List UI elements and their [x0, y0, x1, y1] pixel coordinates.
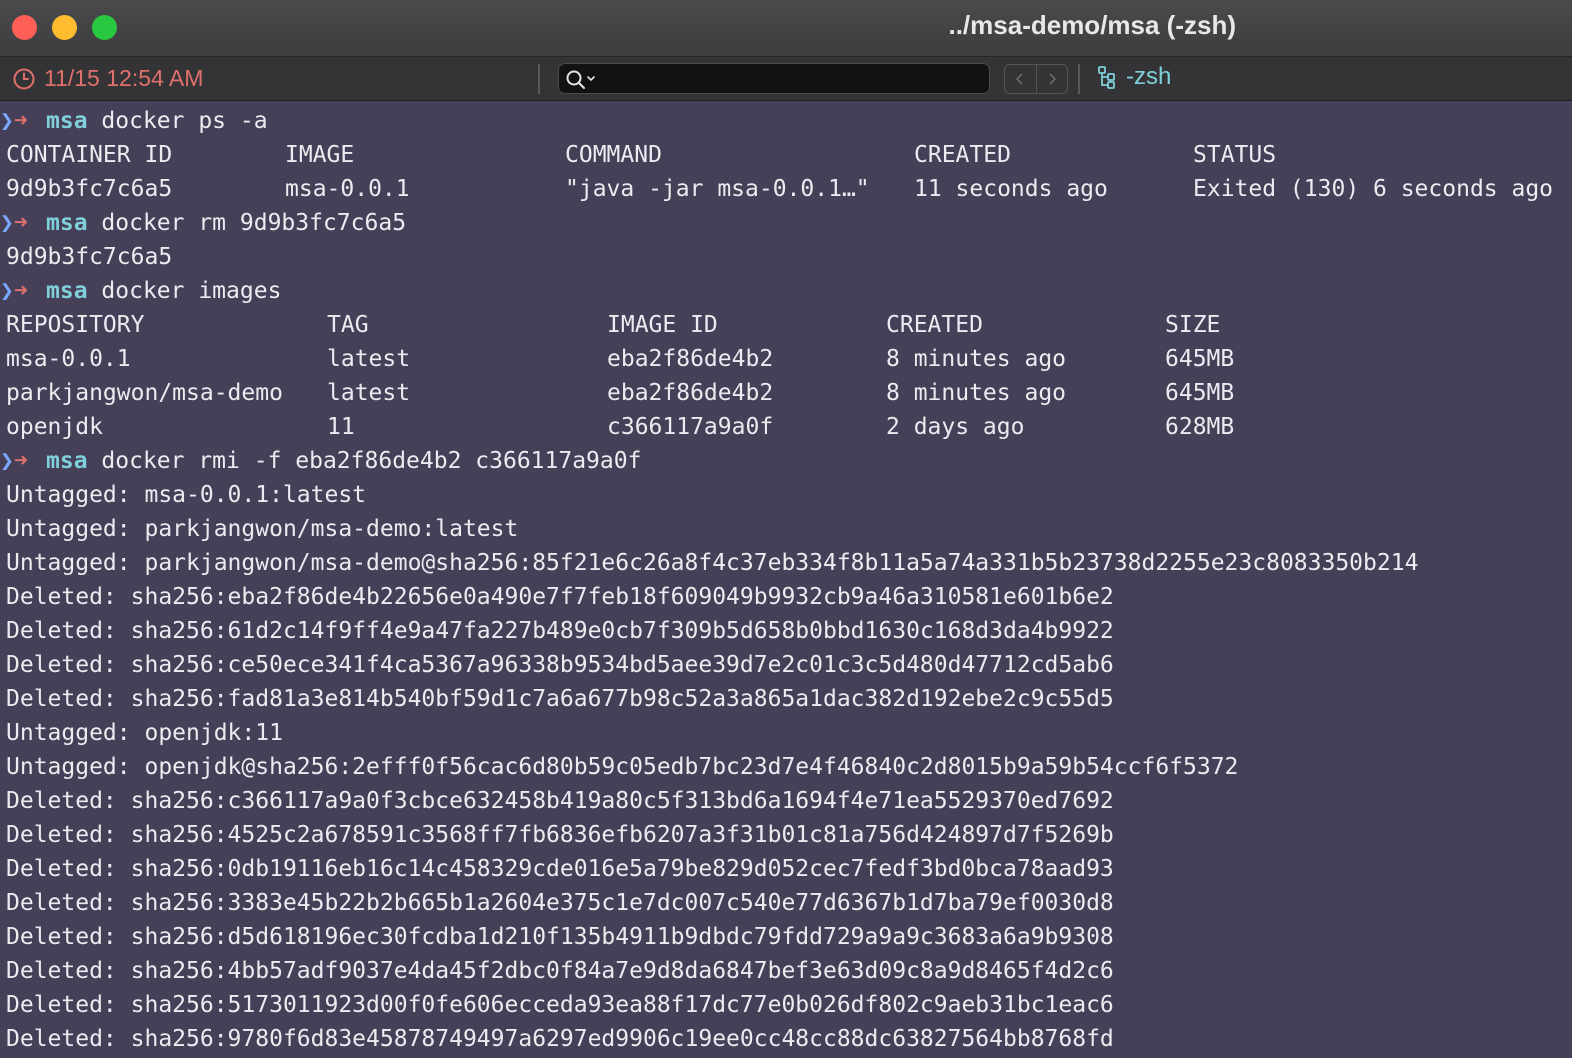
- session-indicator[interactable]: -zsh: [1096, 63, 1171, 91]
- images-cell: 11: [327, 414, 355, 440]
- images-cell: c366117a9a0f: [607, 414, 774, 440]
- ps-header-cell: IMAGE: [285, 142, 355, 168]
- command-line: ❯➜ msa docker rm 9d9b3fc7c6a5: [0, 206, 1572, 240]
- ps-cell: 9d9b3fc7c6a5: [6, 176, 173, 202]
- output-line: Deleted: sha256:c366117a9a0f3cbce632458b…: [6, 788, 1114, 814]
- command-text: docker rm 9d9b3fc7c6a5: [101, 210, 407, 236]
- search-input[interactable]: [603, 67, 987, 90]
- prompt-directory: msa: [46, 108, 88, 134]
- images-cell: 645MB: [1165, 380, 1235, 406]
- prompt-directory: msa: [46, 278, 88, 304]
- close-button[interactable]: [12, 15, 37, 40]
- command-line: ❯➜ msa docker images: [0, 274, 1572, 308]
- toolbar-divider: [538, 64, 540, 94]
- images-cell: 2 days ago: [886, 414, 1025, 440]
- maximize-button[interactable]: [92, 15, 117, 40]
- images-cell: eba2f86de4b2: [607, 346, 774, 372]
- output-line: Deleted: sha256:fad81a3e814b540bf59d1c7a…: [6, 686, 1114, 712]
- ps-header-cell: CONTAINER ID: [6, 142, 173, 168]
- images-row: msa-0.0.1 latest eba2f86de4b2 8 minutes …: [0, 342, 1572, 376]
- title-bar[interactable]: ../msa-demo/msa (-zsh): [0, 0, 1572, 57]
- images-cell: parkjangwon/msa-demo: [6, 380, 283, 406]
- images-header-cell: TAG: [327, 312, 369, 338]
- chevron-right-icon: [1049, 73, 1056, 85]
- search-next-button[interactable]: [1037, 65, 1068, 93]
- output-line: Untagged: openjdk:11: [6, 720, 283, 746]
- search-field[interactable]: [558, 63, 990, 94]
- tree-icon: [1098, 66, 1115, 89]
- output-line: Deleted: sha256:4525c2a678591c3568ff7fb6…: [6, 822, 1114, 848]
- toolbar: 11/15 12:54 AM -zsh: [0, 57, 1572, 101]
- terminal-window: ../msa-demo/msa (-zsh) 11/15 12:54 AM -z…: [0, 0, 1572, 1058]
- output-line: Untagged: parkjangwon/msa-demo@sha256:85…: [6, 550, 1419, 576]
- output-line: Deleted: sha256:eba2f86de4b22656e0a490e7…: [6, 584, 1114, 610]
- images-header-cell: CREATED: [886, 312, 983, 338]
- prompt-arrow-icon: ❯➜: [0, 108, 28, 134]
- command-line: ❯➜ msa docker rmi -f eba2f86de4b2 c366117…: [0, 444, 1572, 478]
- output-line: Deleted: sha256:4bb57adf9037e4da45f2dbc0…: [6, 958, 1114, 984]
- images-cell: 628MB: [1165, 414, 1235, 440]
- command-text: docker ps -a: [101, 108, 268, 134]
- images-cell: 8 minutes ago: [886, 380, 1067, 406]
- window-title: ../msa-demo/msa (-zsh): [948, 10, 1236, 40]
- ps-header-cell: CREATED: [914, 142, 1011, 168]
- output-line: Deleted: sha256:d5d618196ec30fcdba1d210f…: [6, 924, 1114, 950]
- clock-icon: [13, 68, 35, 89]
- images-cell: 8 minutes ago: [886, 346, 1067, 372]
- session-label: -zsh: [1126, 63, 1172, 90]
- output-line: Deleted: sha256:0db19116eb16c14c458329cd…: [6, 856, 1114, 882]
- search-nav-buttons: [1004, 64, 1068, 94]
- images-cell: latest: [327, 380, 411, 406]
- output-line: Untagged: parkjangwon/msa-demo:latest: [6, 516, 519, 542]
- output-line: Deleted: sha256:9780f6d83e45878749497a62…: [6, 1026, 1114, 1052]
- ps-cell: Exited (130) 6 seconds ago: [1193, 176, 1554, 202]
- ps-row: 9d9b3fc7c6a5 msa-0.0.1 "java -jar msa-0.…: [0, 172, 1572, 206]
- prompt-directory: msa: [46, 448, 88, 474]
- output-line: Untagged: msa-0.0.1:latest: [6, 482, 367, 508]
- toolbar-divider: [1078, 64, 1080, 94]
- output-line: Deleted: sha256:5173011923d00f0fe606ecce…: [6, 992, 1114, 1018]
- images-row: openjdk 11 c366117a9a0f 2 days ago 628MB: [0, 410, 1572, 444]
- timestamp-text: 11/15 12:54 AM: [44, 65, 204, 91]
- search-previous-button[interactable]: [1005, 65, 1037, 93]
- images-header-cell: REPOSITORY: [6, 312, 145, 338]
- command-text: docker images: [101, 278, 282, 304]
- images-header-cell: SIZE: [1165, 312, 1221, 338]
- output-line: Untagged: openjdk@sha256:2efff0f56cac6d8…: [6, 754, 1239, 780]
- output-line: Deleted: sha256:3383e45b22b2b665b1a2604e…: [6, 890, 1114, 916]
- output-line: 9d9b3fc7c6a5: [6, 244, 173, 270]
- prompt-arrow-icon: ❯➜: [0, 448, 28, 474]
- images-cell: msa-0.0.1: [6, 346, 131, 372]
- minimize-button[interactable]: [52, 15, 77, 40]
- images-header-cell: IMAGE ID: [607, 312, 718, 338]
- images-cell: latest: [327, 346, 411, 372]
- chevron-left-icon: [1016, 73, 1023, 85]
- images-cell: eba2f86de4b2: [607, 380, 774, 406]
- prompt-directory: msa: [46, 210, 88, 236]
- prompt-arrow-icon: ❯➜: [0, 278, 28, 304]
- ps-cell: "java -jar msa-0.0.1…": [565, 176, 870, 202]
- ps-header-cell: STATUS: [1193, 142, 1277, 168]
- output-line: Deleted: sha256:ce50ece341f4ca5367a96338…: [6, 652, 1114, 678]
- ps-header-cell: COMMAND: [565, 142, 662, 168]
- images-row: parkjangwon/msa-demo latest eba2f86de4b2…: [0, 376, 1572, 410]
- output-line: Deleted: sha256:61d2c14f9ff4e9a47fa227b4…: [6, 618, 1114, 644]
- images-cell: openjdk: [6, 414, 103, 440]
- magnifier-icon[interactable]: [565, 68, 599, 90]
- ps-cell: 11 seconds ago: [914, 176, 1108, 202]
- prompt-arrow-icon: ❯➜: [0, 210, 28, 236]
- timestamp-badge: 11/15 12:54 AM: [12, 65, 203, 92]
- images-header-row: REPOSITORY TAG IMAGE ID CREATED SIZE: [0, 308, 1572, 342]
- command-line: ❯➜ msa docker ps -a: [0, 104, 1572, 138]
- terminal-output[interactable]: ❯➜ msa docker ps -a CONTAINER ID IMAGE CO…: [0, 104, 1572, 1058]
- command-text: docker rmi -f eba2f86de4b2 c366117a9a0f: [101, 448, 642, 474]
- ps-header-row: CONTAINER ID IMAGE COMMAND CREATED STATU…: [0, 138, 1572, 172]
- ps-cell: msa-0.0.1: [285, 176, 410, 202]
- images-cell: 645MB: [1165, 346, 1235, 372]
